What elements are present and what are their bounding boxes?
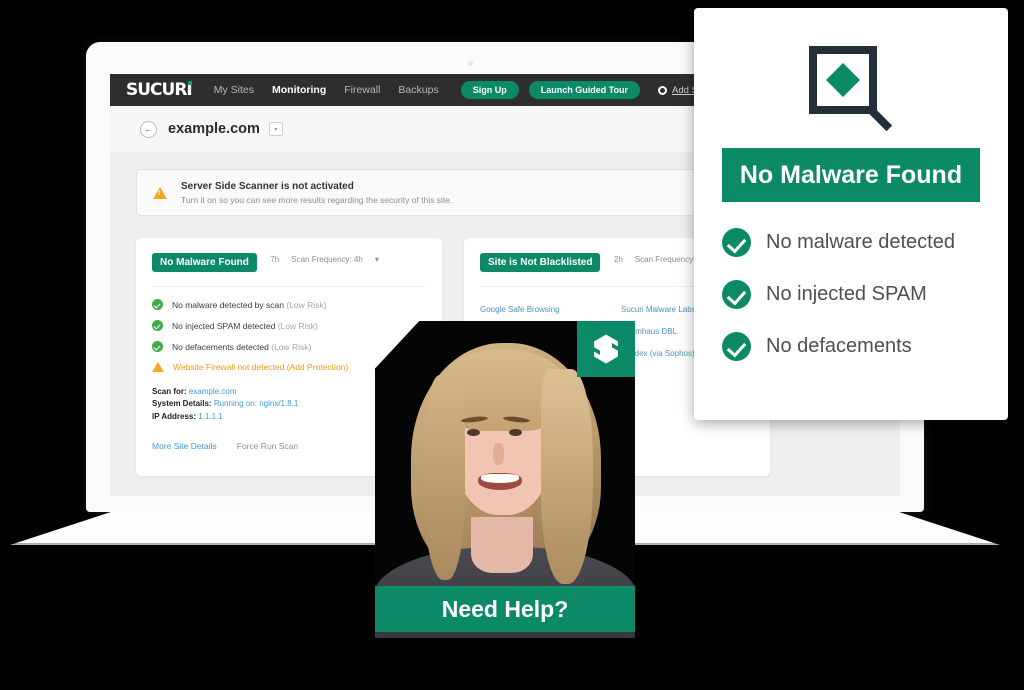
nav-buttons: Sign Up Launch Guided Tour (460, 81, 641, 99)
system-details-value: Running on: nginx/1.8.1 (213, 399, 299, 409)
blacklist-status-badge: Site is Not Blacklisted (480, 253, 601, 272)
check-label: Website Firewall not detected (Add Prote… (173, 362, 349, 372)
blacklist-scan-frequency[interactable]: Scan Frequency: 4 (635, 255, 702, 264)
scan-for-value[interactable]: example.com (189, 387, 237, 396)
more-site-details-link[interactable]: More Site Details (152, 441, 217, 451)
neck (471, 517, 533, 573)
no-malware-found-banner: No Malware Found (722, 148, 980, 202)
check-circle-icon (722, 228, 751, 257)
screenshot-stage: SUCURI My Sites Monitoring Firewall Back… (0, 0, 1024, 690)
sign-up-button[interactable]: Sign Up (460, 81, 519, 99)
malware-scan-age: 7h (270, 255, 280, 264)
check-label: No malware detected by scan (Low Risk) (172, 299, 327, 310)
list-item[interactable]: Google Safe Browsing (480, 305, 613, 314)
site-switcher-dropdown[interactable]: ▾ (268, 122, 283, 136)
nav-links: My Sites Monitoring Firewall Backups (214, 84, 439, 96)
malware-card-meta: 7h Scan Frequency: 4h ▾ (270, 255, 379, 264)
warning-triangle-icon (153, 186, 167, 199)
hair-right (541, 369, 593, 584)
callout-item-label: No malware detected (766, 231, 955, 253)
check-circle-icon (722, 280, 751, 309)
magnifier-handle (868, 107, 893, 132)
no-malware-callout: No Malware Found No malware detected No … (694, 8, 1008, 420)
eye-left (467, 429, 480, 436)
malware-card-header: No Malware Found 7h Scan Frequency: 4h ▾ (152, 252, 426, 272)
nav-item-my-sites[interactable]: My Sites (214, 84, 254, 96)
divider (152, 286, 426, 287)
blacklist-scan-age: 2h (613, 255, 623, 264)
check-label: No injected SPAM detected (Low Risk) (172, 320, 318, 331)
back-button[interactable]: ← (140, 120, 157, 138)
sucuri-logo-text: SUCURI (126, 80, 193, 100)
eye-right (509, 429, 522, 436)
warning-triangle-icon (152, 362, 164, 372)
need-help-button[interactable]: Need Help? (375, 586, 635, 632)
sucuri-logo[interactable]: SUCURI (126, 80, 193, 100)
check-circle-icon (152, 341, 163, 352)
list-item: No defacements detected (Low Risk) (152, 341, 426, 352)
nav-item-monitoring[interactable]: Monitoring (272, 84, 326, 96)
nav-item-backups[interactable]: Backups (398, 84, 438, 96)
launch-guided-tour-button[interactable]: Launch Guided Tour (528, 81, 641, 99)
nose (493, 443, 504, 465)
teeth (481, 474, 519, 483)
list-item: No injected SPAM detected (Low Risk) (152, 320, 426, 331)
plus-circle-icon (658, 85, 668, 95)
no-malware-found-label: No Malware Found (739, 160, 963, 189)
sucuri-logo-accent-icon (187, 81, 192, 85)
scan-for-label: Scan for: (152, 387, 187, 396)
sucuri-brand-icon (577, 321, 635, 377)
list-item: No malware detected by scan (Low Risk) (152, 299, 426, 310)
blacklist-card-meta: 2h Scan Frequency: 4 (614, 255, 702, 264)
ip-address-value: 1.1.1.1 (198, 411, 223, 421)
callout-item-label: No defacements (766, 335, 912, 357)
force-run-scan-link[interactable]: Force Run Scan (237, 441, 298, 451)
nav-item-firewall[interactable]: Firewall (344, 84, 380, 96)
list-item: No injected SPAM (722, 280, 980, 309)
alert-text-group: Server Side Scanner is not activated Tur… (181, 181, 452, 205)
check-label: No defacements detected (Low Risk) (172, 341, 312, 352)
list-item: No malware detected (722, 228, 980, 257)
laptop-camera-icon (468, 61, 473, 66)
page-title: example.com (168, 121, 260, 137)
ip-address-label: IP Address: (152, 411, 197, 421)
malware-frequency-caret-icon[interactable]: ▾ (375, 255, 379, 264)
list-item: No defacements (722, 332, 980, 361)
hair-left (423, 375, 465, 580)
magnifier-diamond-icon (801, 42, 901, 138)
alert-subtitle: Turn it on so you can see more results r… (181, 194, 453, 205)
callout-item-label: No injected SPAM (766, 283, 927, 305)
check-circle-icon (152, 299, 163, 310)
alert-title: Server Side Scanner is not activated (181, 180, 354, 192)
malware-status-badge: No Malware Found (152, 253, 257, 272)
system-details-label: System Details: (152, 399, 212, 409)
need-help-label: Need Help? (441, 595, 569, 622)
check-circle-icon (152, 320, 163, 331)
malware-scan-frequency[interactable]: Scan Frequency: 4h (291, 255, 363, 264)
check-circle-icon (722, 332, 751, 361)
callout-check-list: No malware detected No injected SPAM No … (722, 228, 980, 361)
